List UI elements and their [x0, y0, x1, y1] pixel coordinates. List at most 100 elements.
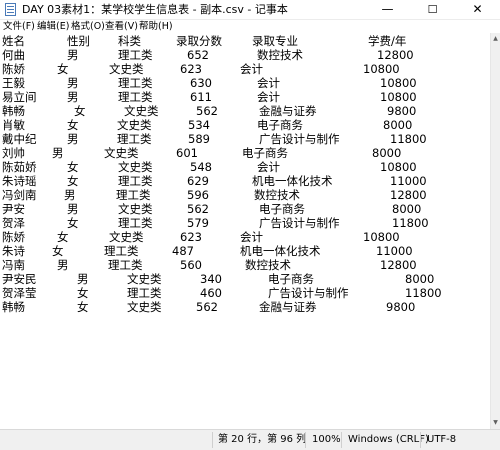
close-button[interactable]: ✕	[455, 0, 500, 19]
cell-tuition: 8000	[392, 202, 422, 216]
cell-score: 534	[188, 118, 210, 132]
cell-gender: 女	[67, 216, 79, 230]
cell-name: 陈娇	[2, 62, 25, 76]
cell-gender: 女	[67, 174, 79, 188]
cell-score: 460	[200, 286, 222, 300]
notepad-icon	[5, 3, 16, 16]
cell-gender: 男	[57, 258, 69, 272]
cell-major: 数控技术	[254, 188, 300, 202]
title-bar[interactable]: DAY 03素材1：某学校学生信息表 - 副本.csv - 记事本 — ☐ ✕	[0, 0, 500, 20]
text-editor[interactable]: 姓名 性别 科类 录取分数 录取专业 学费/年 何曲男理工类 652 数控技术 12800 陈娇女文…	[0, 33, 490, 429]
cell-name: 易立间	[2, 90, 37, 104]
cell-score: 623	[180, 62, 202, 76]
vertical-scrollbar[interactable]: ▲ ▼	[490, 33, 500, 429]
cell-gender: 女	[67, 118, 79, 132]
cell-category: 理工类	[116, 188, 151, 202]
cell-category: 理工类	[118, 90, 153, 104]
cell-tuition: 9800	[386, 300, 416, 314]
cell-name: 朱诗	[2, 244, 25, 258]
cell-category: 文史类	[127, 272, 162, 286]
maximize-button[interactable]: ☐	[410, 0, 455, 19]
menu-help[interactable]: 帮助(H)	[139, 19, 173, 34]
minimize-button[interactable]: —	[365, 0, 410, 19]
cell-gender: 性别	[67, 34, 90, 48]
cell-gender: 女	[74, 104, 86, 118]
cell-category: 文史类	[117, 118, 152, 132]
cell-score: 562	[196, 104, 218, 118]
cell-name: 冯南	[2, 258, 25, 272]
cell-gender: 女	[77, 286, 89, 300]
cell-category: 理工类	[118, 48, 153, 62]
menu-edit[interactable]: 编辑(E)	[37, 19, 69, 34]
cell-tuition: 11800	[405, 286, 442, 300]
menu-file[interactable]: 文件(F)	[3, 19, 35, 34]
cell-major: 机电一体化技术	[252, 174, 333, 188]
cell-tuition: 学费/年	[368, 34, 407, 48]
cell-name: 姓名	[2, 34, 25, 48]
cell-name: 韩畅	[2, 104, 25, 118]
cell-tuition: 11000	[390, 174, 427, 188]
cursor-position: 第 20 行，第 96 列	[218, 434, 307, 445]
cell-gender: 男	[67, 76, 79, 90]
cell-tuition: 10800	[380, 160, 417, 174]
cell-gender: 女	[67, 160, 79, 174]
cell-category: 文史类	[127, 300, 162, 314]
cell-tuition: 12800	[377, 48, 414, 62]
cell-tuition: 10800	[380, 90, 417, 104]
cell-name: 朱诗瑶	[2, 174, 37, 188]
cell-category: 理工类	[118, 174, 153, 188]
cell-major: 会计	[257, 90, 280, 104]
cell-score: 596	[187, 188, 209, 202]
cell-category: 科类	[118, 34, 141, 48]
cell-gender: 女	[52, 244, 64, 258]
cell-major: 广告设计与制作	[259, 132, 340, 146]
cell-name: 戴中纪	[2, 132, 37, 146]
cell-gender: 男	[67, 48, 79, 62]
scroll-up-icon[interactable]: ▲	[491, 34, 500, 44]
cell-tuition: 12800	[390, 188, 427, 202]
cell-name: 何曲	[2, 48, 25, 62]
cell-gender: 男	[67, 90, 79, 104]
cell-tuition: 10800	[380, 76, 417, 90]
scroll-down-icon[interactable]: ▼	[491, 418, 500, 428]
cell-category: 理工类	[108, 258, 143, 272]
menu-format[interactable]: 格式(O)	[71, 19, 105, 34]
cell-score: 548	[190, 160, 212, 174]
cell-major: 金融与证券	[259, 300, 317, 314]
cell-category: 文史类	[124, 104, 159, 118]
cell-gender: 女	[57, 230, 69, 244]
cell-category: 理工类	[117, 132, 152, 146]
cell-tuition: 12800	[380, 258, 417, 272]
cell-name: 陈茹娇	[2, 160, 37, 174]
menu-view[interactable]: 查看(V)	[105, 19, 138, 34]
cell-name: 陈娇	[2, 230, 25, 244]
cell-gender: 男	[52, 146, 64, 160]
cell-major: 录取专业	[252, 34, 298, 48]
cell-tuition: 10800	[363, 230, 400, 244]
cell-major: 数控技术	[257, 48, 303, 62]
cell-category: 文史类	[118, 202, 153, 216]
cell-tuition: 8000	[405, 272, 435, 286]
cell-score: 589	[188, 132, 210, 146]
cell-major: 电子商务	[259, 202, 305, 216]
cell-major: 数控技术	[245, 258, 291, 272]
cell-major: 会计	[257, 76, 280, 90]
cell-score: 560	[180, 258, 202, 272]
cell-score: 562	[187, 202, 209, 216]
cell-major: 广告设计与制作	[259, 216, 340, 230]
cell-major: 会计	[240, 230, 263, 244]
cell-score: 601	[176, 146, 198, 160]
status-bar: 第 20 行，第 96 列 100% Windows (CRLF) UTF-8	[0, 429, 500, 450]
cell-score: 623	[180, 230, 202, 244]
cell-category: 理工类	[118, 216, 153, 230]
cell-major: 会计	[240, 62, 263, 76]
cell-score: 340	[200, 272, 222, 286]
cell-major: 机电一体化技术	[240, 244, 321, 258]
cell-tuition: 10800	[363, 62, 400, 76]
cell-tuition: 11800	[390, 132, 427, 146]
cell-tuition: 11000	[376, 244, 413, 258]
cell-category: 理工类	[118, 76, 153, 90]
cell-tuition: 11800	[392, 216, 429, 230]
cell-gender: 女	[57, 62, 69, 76]
status-divider	[420, 432, 421, 448]
